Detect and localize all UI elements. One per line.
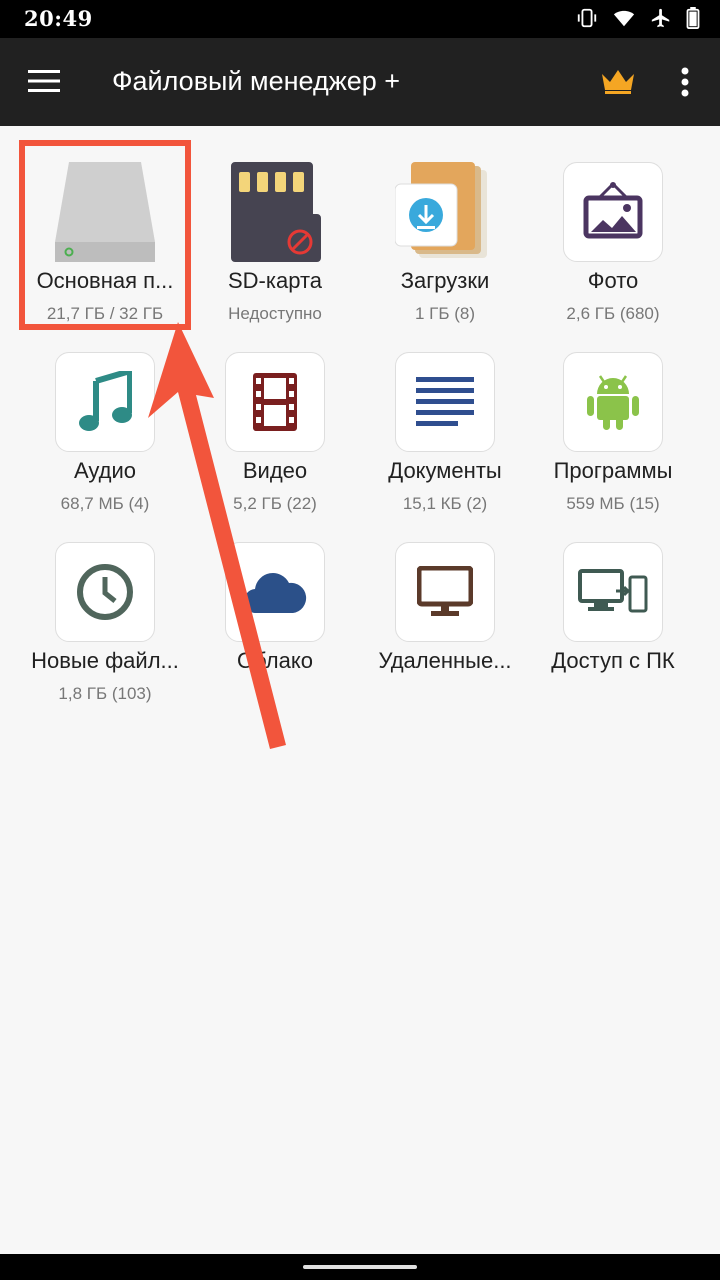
- tile-label: Облако: [237, 648, 313, 673]
- tile-audio[interactable]: Аудио 68,7 МБ (4): [20, 316, 190, 513]
- sd-card-iconbox: [225, 162, 325, 262]
- audio-iconbox: [55, 352, 155, 452]
- tile-sd-card[interactable]: SD-карта Недоступно: [190, 126, 360, 323]
- tile-downloads[interactable]: Загрузки 1 ГБ (8): [360, 126, 530, 323]
- tile-photos[interactable]: Фото 2,6 ГБ (680): [528, 126, 698, 323]
- tile-sub: 1,8 ГБ (103): [58, 684, 152, 703]
- monitor-icon: [417, 566, 473, 616]
- music-note-icon: [79, 371, 132, 431]
- recent-iconbox: [55, 542, 155, 642]
- more-options-icon[interactable]: [674, 66, 696, 98]
- menu-icon[interactable]: [28, 69, 60, 93]
- status-bar: 20:49: [0, 0, 720, 38]
- tile-label: SD-карта: [227, 268, 323, 293]
- remote-iconbox: [395, 542, 495, 642]
- tile-label: Фото: [587, 268, 639, 293]
- tile-label: Удаленные...: [378, 648, 512, 673]
- document-lines-icon: [416, 377, 474, 426]
- tile-apps[interactable]: Программы 559 МБ (15): [528, 316, 698, 513]
- tile-label: Доступ с ПК: [551, 648, 675, 673]
- downloads-folder-icon: [395, 162, 487, 258]
- tile-documents[interactable]: Документы 15,1 КБ (2): [360, 316, 530, 513]
- tile-pc-access[interactable]: Доступ с ПК: [528, 506, 698, 691]
- wifi-icon: [613, 10, 635, 27]
- tile-label: Аудио: [73, 458, 137, 483]
- app-bar: Файловый менеджер +: [0, 38, 720, 126]
- pc-access-iconbox: [563, 542, 663, 642]
- picture-frame-icon: [583, 182, 643, 239]
- film-strip-icon: [253, 373, 297, 431]
- video-iconbox: [225, 352, 325, 452]
- pc-to-phone-icon: [578, 569, 648, 613]
- home-gesture-handle[interactable]: [303, 1265, 417, 1269]
- airplane-icon: [651, 8, 670, 28]
- cloud-icon: [244, 573, 307, 613]
- tile-recent-files[interactable]: Новые файл... 1,8 ГБ (103): [20, 506, 190, 703]
- tile-label: Программы: [553, 458, 673, 483]
- status-icons: [576, 7, 700, 29]
- downloads-iconbox: [395, 162, 495, 262]
- tile-label: Новые файл...: [31, 648, 179, 673]
- tile-video[interactable]: Видео 5,2 ГБ (22): [190, 316, 360, 513]
- photos-iconbox: [563, 162, 663, 262]
- clock-icon: [77, 564, 133, 620]
- tile-label: Загрузки: [400, 268, 490, 293]
- navigation-bar: [0, 1254, 720, 1280]
- android-icon: [587, 375, 639, 430]
- app-title: Файловый менеджер +: [112, 66, 401, 96]
- tile-label: Документы: [388, 458, 502, 483]
- cloud-iconbox: [225, 542, 325, 642]
- status-time: 20:49: [24, 6, 93, 31]
- apps-iconbox: [563, 352, 663, 452]
- battery-icon: [686, 7, 700, 29]
- vibrate-icon: [577, 8, 597, 28]
- highlight-box: [19, 140, 191, 330]
- tile-label: Видео: [242, 458, 308, 483]
- tile-remote[interactable]: Удаленные...: [360, 506, 530, 691]
- tile-cloud[interactable]: Облако: [190, 506, 360, 691]
- sd-card-icon: [231, 162, 321, 262]
- crown-icon[interactable]: [600, 68, 636, 96]
- documents-iconbox: [395, 352, 495, 452]
